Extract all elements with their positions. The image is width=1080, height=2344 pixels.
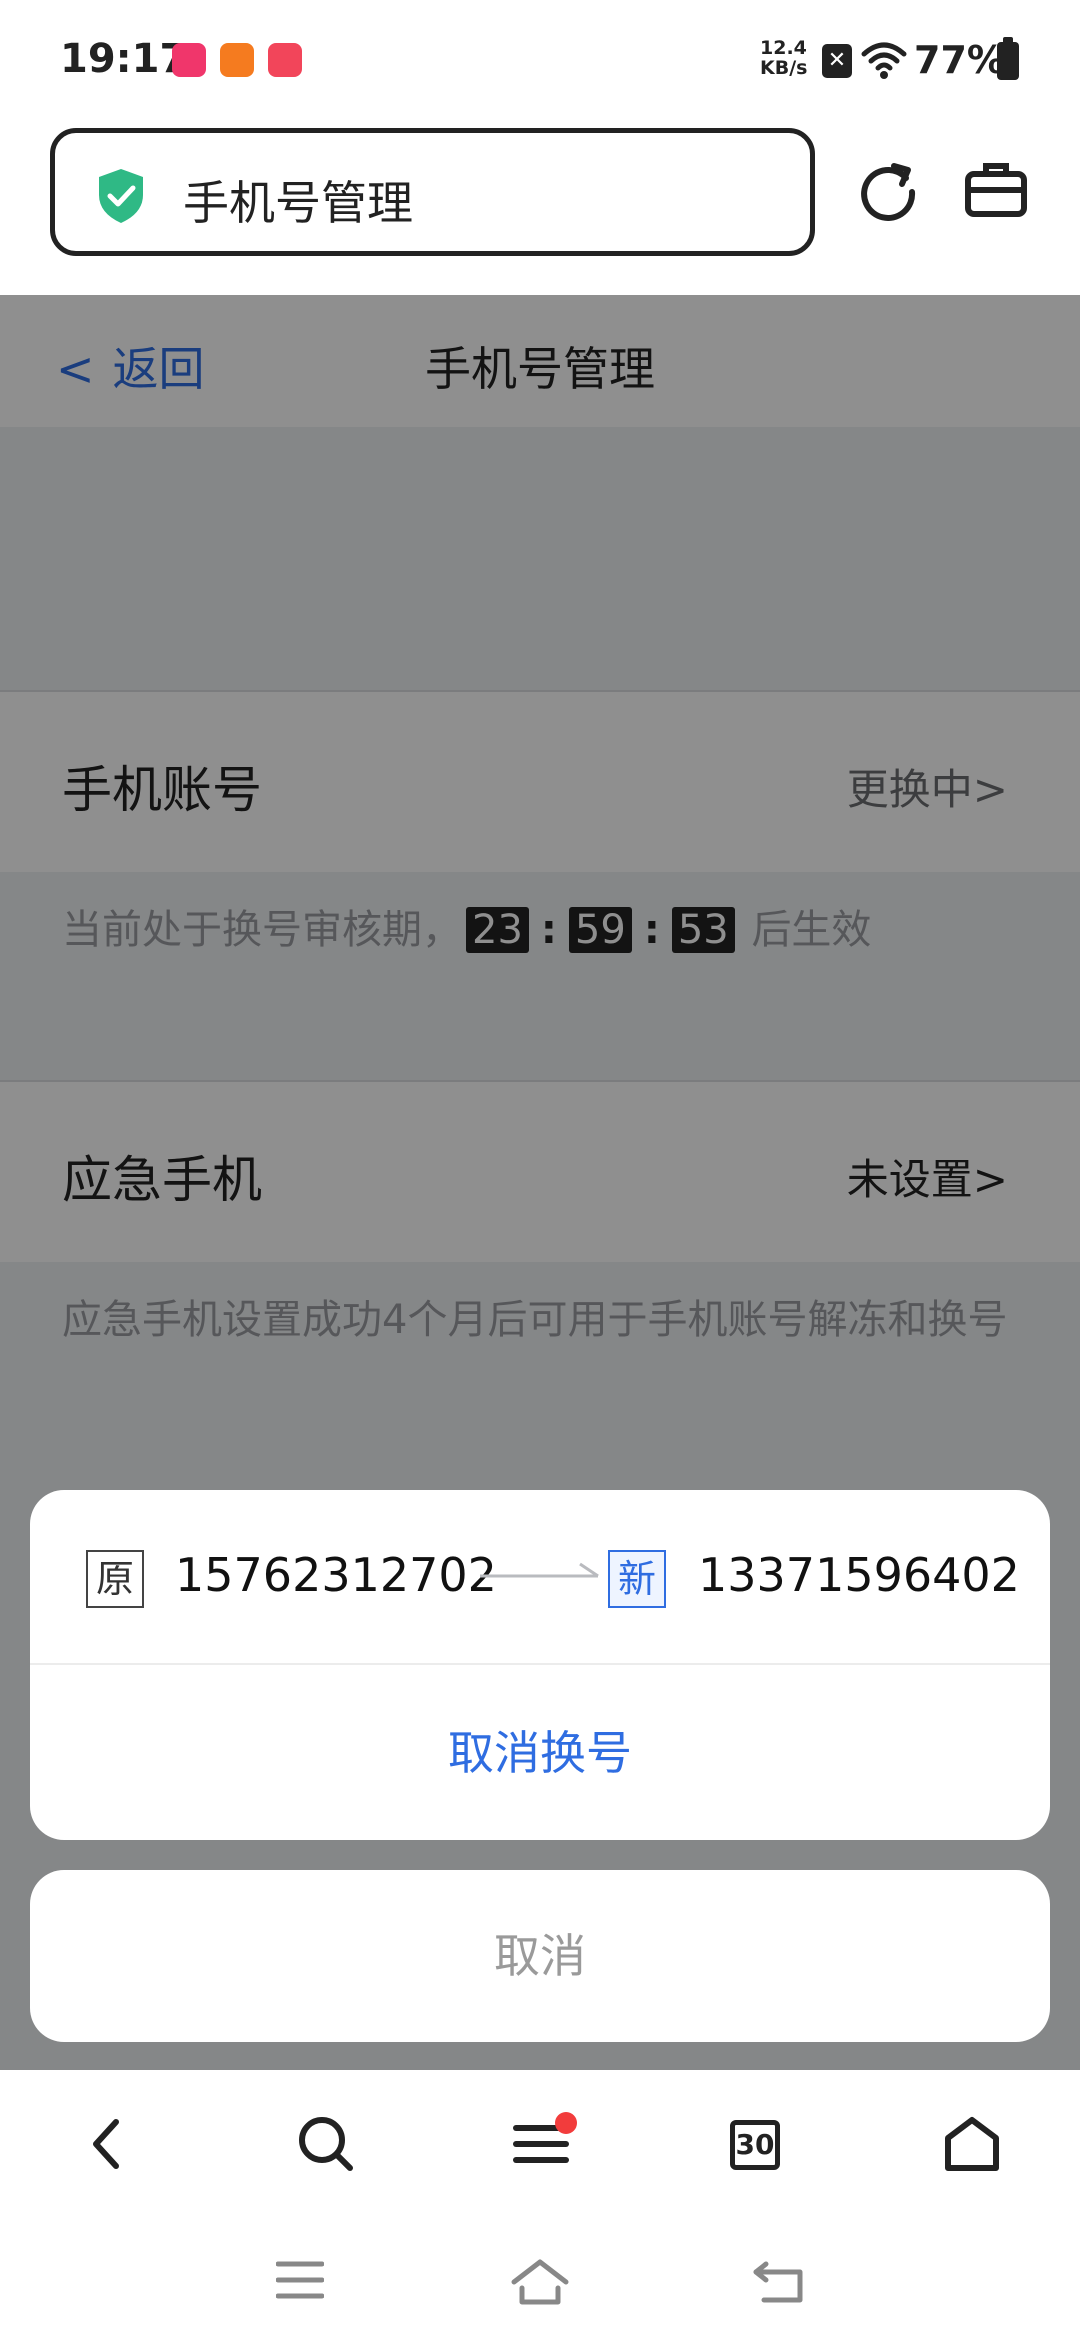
wifi-icon — [861, 42, 907, 79]
new-number-tag: 新 — [608, 1550, 666, 1608]
notification-dot — [555, 2112, 577, 2134]
home-icon[interactable] — [942, 2114, 1002, 2174]
cancel-button[interactable]: 取消 — [30, 1870, 1050, 2042]
no-sim-icon: ✕ — [822, 44, 852, 78]
back-icon[interactable] — [86, 2114, 126, 2174]
network-speed-value: 12.4 — [760, 37, 807, 59]
status-time: 19:17 — [60, 36, 188, 82]
search-icon[interactable] — [296, 2114, 356, 2174]
shield-check-icon — [99, 169, 143, 223]
refresh-icon[interactable] — [856, 158, 920, 222]
toolbox-icon[interactable] — [964, 160, 1028, 220]
video-app-icon — [172, 43, 206, 77]
tab-count-button[interactable]: 30 — [730, 2120, 780, 2170]
network-speed-unit: KB/s — [760, 57, 808, 79]
address-bar-title: 手机号管理 — [183, 176, 413, 230]
change-number-sheet: 原 15762312702 新 13371596402 取消换号 — [30, 1490, 1050, 1840]
status-bar: 19:17 12.4 KB/s ✕ 77% — [0, 0, 1080, 120]
browser-bottom-nav: 30 — [0, 2070, 1080, 2220]
address-bar[interactable]: 手机号管理 — [50, 128, 815, 256]
network-speed: 12.4 KB/s — [760, 37, 808, 79]
old-number: 15762312702 — [175, 1548, 497, 1602]
shopping-app-icon — [268, 43, 302, 77]
system-home-icon[interactable] — [510, 2258, 570, 2306]
system-back-icon[interactable] — [752, 2258, 808, 2306]
kuaishou-app-icon — [220, 43, 254, 77]
old-number-tag: 原 — [86, 1550, 144, 1608]
battery-icon — [997, 37, 1019, 80]
arrow-right-icon — [480, 1562, 599, 1578]
recent-apps-icon[interactable] — [276, 2258, 324, 2302]
number-change-row: 原 15762312702 新 13371596402 — [30, 1490, 1050, 1665]
system-nav-bar — [0, 2220, 1080, 2344]
battery-percent: 77% — [914, 38, 1005, 82]
cancel-change-button[interactable]: 取消换号 — [30, 1667, 1050, 1840]
new-number: 13371596402 — [698, 1548, 1020, 1602]
